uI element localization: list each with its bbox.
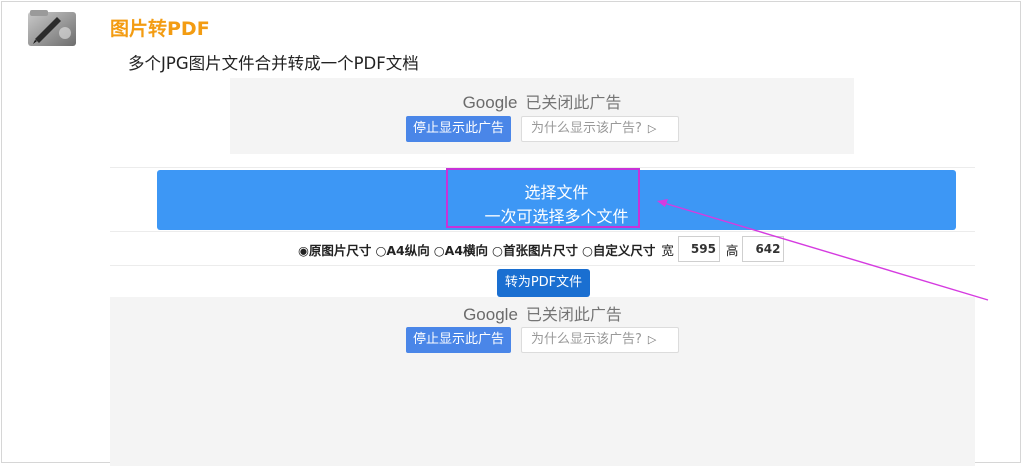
convert-to-pdf-button[interactable]: 转为PDF文件: [497, 269, 590, 297]
ad-closed-header: Google 已关闭此广告: [110, 301, 975, 325]
ad-closed-text: 已关闭此广告: [525, 93, 622, 112]
radio-icon[interactable]: ○: [492, 243, 503, 258]
why-ad-button[interactable]: 为什么显示该广告? ▷: [521, 116, 679, 142]
height-input[interactable]: 642: [742, 236, 785, 262]
divider: [110, 265, 975, 266]
radio-icon[interactable]: ○: [582, 243, 593, 258]
page-title: 图片转PDF: [110, 18, 210, 40]
option-a4-portrait[interactable]: ○A4纵向: [375, 240, 429, 259]
option-a4-landscape[interactable]: ○A4横向: [434, 240, 488, 259]
google-brand: Google: [463, 305, 518, 324]
page-size-options: ◉原图片尺寸 ○A4纵向 ○A4横向 ○首张图片尺寸 ○自定义尺寸 宽 595 …: [298, 236, 788, 262]
pdf-tool-logo-icon: [27, 9, 79, 47]
radio-selected-icon[interactable]: ◉: [298, 243, 309, 258]
divider: [110, 231, 975, 232]
radio-icon[interactable]: ○: [375, 243, 386, 258]
annotation-highlight-box: [446, 168, 640, 228]
option-original-size[interactable]: ◉原图片尺寸: [298, 240, 371, 259]
width-label: 宽: [661, 242, 674, 258]
stop-ad-button[interactable]: 停止显示此广告: [406, 116, 512, 142]
ad-closed-header: Google 已关闭此广告: [230, 89, 854, 113]
play-icon: ▷: [647, 122, 657, 135]
width-input[interactable]: 595: [677, 236, 720, 262]
option-custom-size[interactable]: ○自定义尺寸: [582, 240, 655, 259]
why-ad-button[interactable]: 为什么显示该广告? ▷: [521, 327, 679, 353]
stop-ad-button[interactable]: 停止显示此广告: [406, 327, 512, 353]
google-brand: Google: [462, 93, 518, 112]
why-ad-label: 为什么显示该广告?: [531, 121, 642, 136]
ad-closed-text: 已关闭此广告: [525, 305, 622, 324]
radio-icon[interactable]: ○: [434, 243, 445, 258]
height-label: 高: [725, 242, 739, 258]
ad-placeholder-bottom: Google 已关闭此广告 停止显示此广告 为什么显示该广告? ▷: [110, 297, 975, 466]
page-subtitle: 多个JPG图片文件合并转成一个PDF文档: [128, 54, 419, 73]
why-ad-label: 为什么显示该广告?: [531, 332, 642, 347]
ad-placeholder-top: Google 已关闭此广告 停止显示此广告 为什么显示该广告? ▷: [230, 78, 854, 154]
play-icon: ▷: [647, 333, 657, 346]
option-first-image-size[interactable]: ○首张图片尺寸: [492, 240, 578, 259]
